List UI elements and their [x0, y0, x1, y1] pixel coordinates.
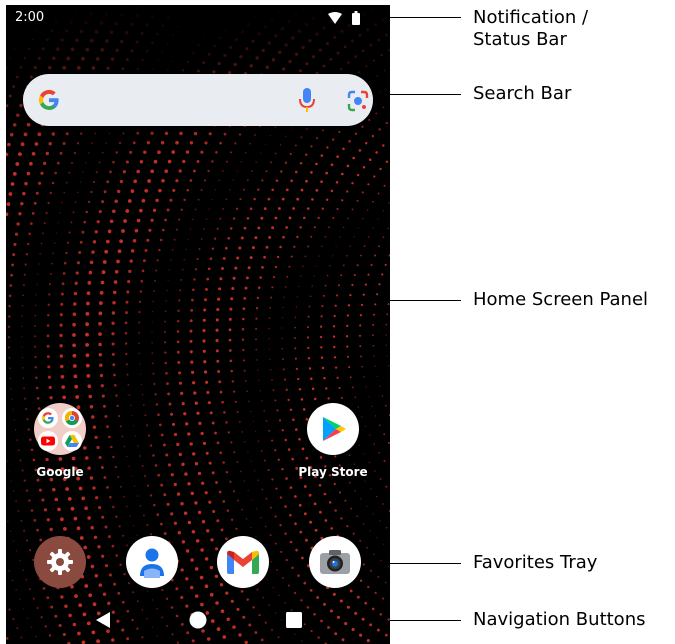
gmail-app[interactable] [217, 536, 269, 588]
battery-icon [352, 11, 360, 25]
youtube-mini-icon [38, 431, 58, 451]
play-store-label: Play Store [298, 465, 368, 479]
home-screen-panel-callout-line [390, 300, 461, 301]
status-bar-callout-line [390, 17, 461, 18]
home-screen-panel-callout-label: Home Screen Panel [473, 289, 649, 310]
status-bar-callout-label-line2: Status Bar [473, 29, 567, 50]
back-triangle-icon[interactable] [94, 611, 112, 629]
google-lens-icon[interactable] [347, 90, 369, 112]
home-circle-icon[interactable] [189, 611, 207, 629]
camera-icon [320, 550, 350, 574]
favorites-tray-callout-line [390, 563, 461, 564]
drive-mini-icon [62, 431, 82, 451]
status-time: 2:00 [15, 10, 45, 25]
wifi-icon [328, 12, 342, 24]
settings-app[interactable] [34, 536, 86, 588]
favorites-tray-callout-label: Favorites Tray [473, 552, 598, 573]
google-g-icon [38, 89, 59, 111]
navigation-buttons-callout-line [390, 620, 461, 621]
camera-app[interactable] [309, 536, 361, 588]
search-bar-callout-label: Search Bar [473, 83, 572, 104]
status-bar[interactable]: 2:00 [6, 5, 390, 33]
gmail-icon [227, 550, 259, 574]
recents-square-icon[interactable] [286, 612, 302, 628]
chrome-mini-icon [62, 408, 82, 428]
search-bar[interactable] [23, 74, 373, 126]
phone-screen: 2:00 Google Play Store [6, 5, 390, 644]
search-bar-callout-line [390, 94, 461, 95]
google-folder-icon [34, 403, 86, 455]
google-folder[interactable]: Google [22, 403, 98, 483]
play-store-icon [307, 403, 359, 455]
microphone-icon[interactable] [298, 87, 316, 113]
status-bar-callout-label-line1: Notification / [473, 7, 589, 28]
play-store-app[interactable]: Play Store [295, 403, 371, 483]
settings-gear-icon [47, 549, 73, 575]
contacts-app[interactable] [126, 536, 178, 588]
play-triangle-icon [323, 417, 346, 441]
navigation-buttons-callout-label: Navigation Buttons [473, 609, 646, 630]
google-folder-label: Google [36, 465, 84, 479]
google-mini-icon [38, 408, 58, 428]
contacts-icon [140, 548, 164, 578]
